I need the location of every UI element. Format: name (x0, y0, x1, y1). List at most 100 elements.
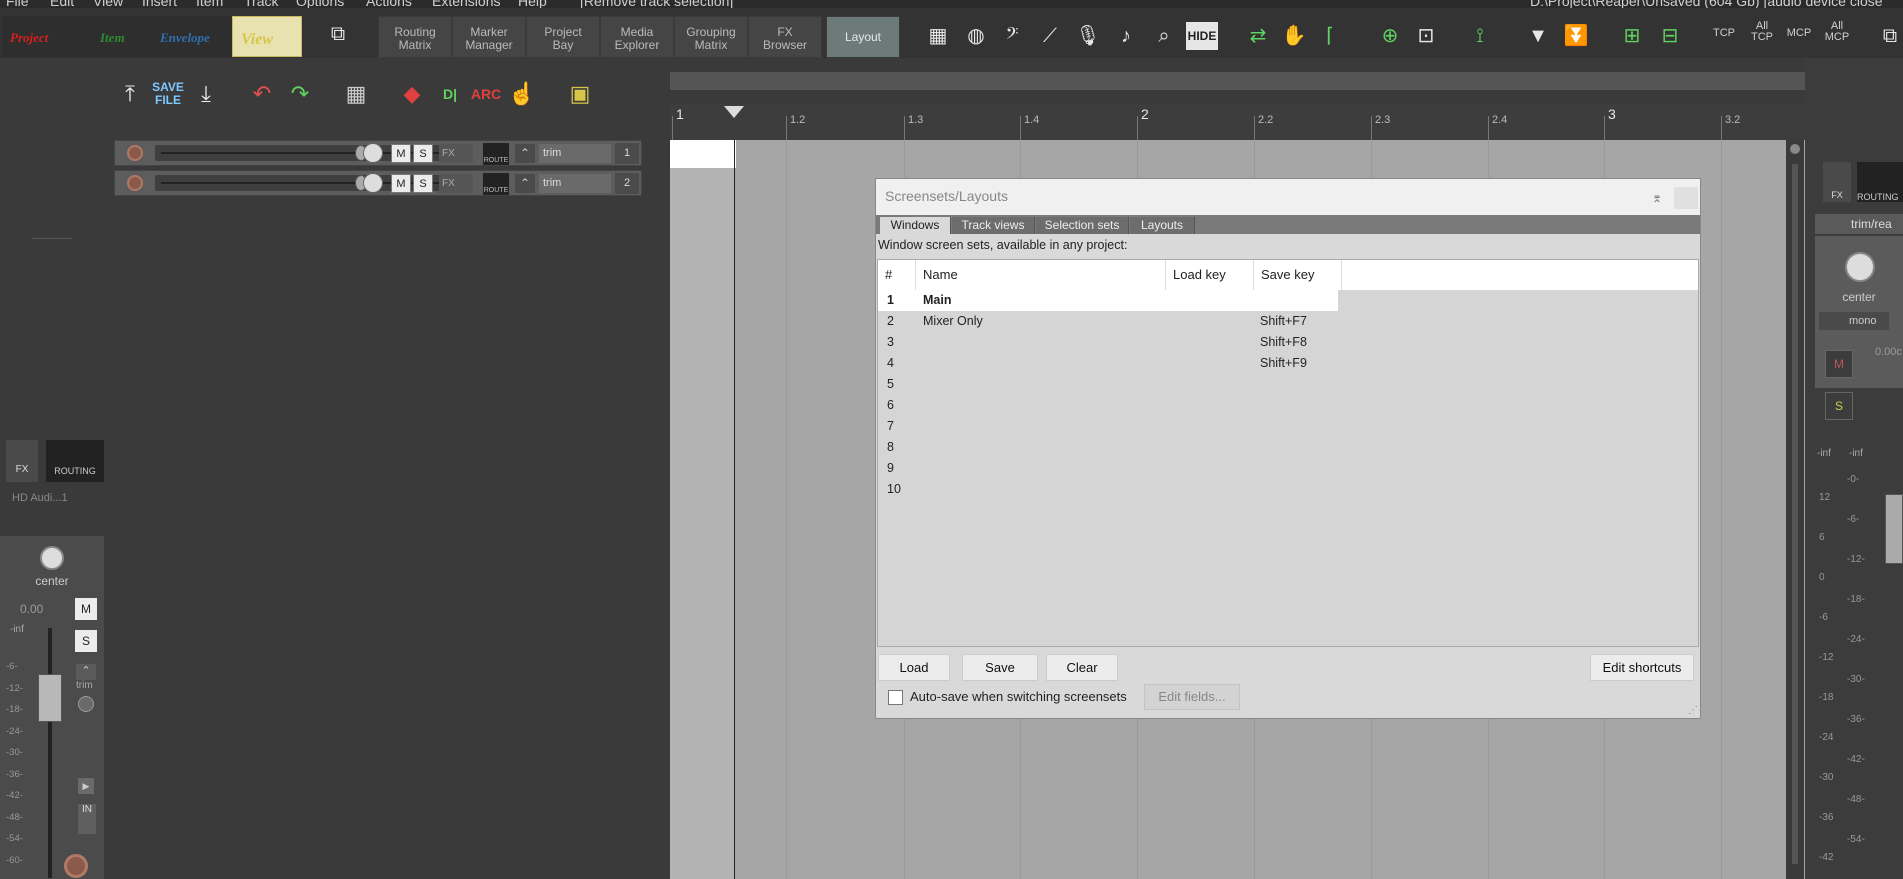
column-header-save-key[interactable]: Save key (1254, 260, 1342, 290)
scroll-thumb[interactable] (1792, 164, 1798, 864)
solo-button[interactable]: S (413, 144, 433, 163)
record-arm-icon[interactable] (127, 145, 143, 161)
envelope-icon[interactable]: ⌃ (515, 174, 535, 193)
route-button[interactable]: ROUTE (483, 173, 509, 195)
master-solo-button[interactable]: S (75, 630, 97, 652)
menu-help[interactable]: Help (518, 0, 547, 8)
list-item[interactable]: 6 (878, 395, 1338, 416)
save-file-button[interactable]: SAVE FILE (152, 78, 184, 113)
mixer-pan-knob[interactable] (1845, 252, 1875, 282)
mixer-fader[interactable] (1885, 494, 1903, 564)
master-fader[interactable] (38, 674, 62, 722)
track-row[interactable]: M S FX ROUTE ⌃ trim 1 (114, 140, 642, 166)
pan-knob[interactable] (363, 143, 383, 163)
redo-icon[interactable]: ↷ (284, 78, 316, 110)
marker-manager-button[interactable]: Marker Manager (452, 16, 526, 58)
mcp-button[interactable]: MCP (1784, 21, 1814, 53)
master-routing-button[interactable]: ROUTING (46, 440, 104, 482)
route-button[interactable]: ROUTE (483, 143, 509, 165)
mixer-solo-button[interactable]: S (1825, 392, 1853, 420)
zoom-fit-icon[interactable]: ⊡ (1412, 22, 1440, 50)
menu-extensions[interactable]: Extensions (432, 0, 500, 8)
list-item[interactable]: 5 (878, 374, 1338, 395)
fx-button[interactable]: FX (439, 144, 473, 163)
toolbar-tab-item[interactable]: Item (78, 16, 152, 57)
timeline-ruler[interactable] (670, 104, 1805, 140)
mixer-mute-button[interactable]: M (1825, 350, 1853, 378)
screenset-list[interactable]: # Name Load key Save key 1 Main 2 Mixer … (877, 259, 1699, 647)
insert-track-multi-icon[interactable]: ⊟ (1656, 22, 1684, 50)
list-item[interactable]: 4 Shift+F9 (878, 353, 1338, 374)
menu-view[interactable]: View (93, 0, 123, 8)
autosave-option[interactable]: Auto-save when switching screensets (888, 689, 1127, 706)
mute-button[interactable]: M (391, 174, 411, 193)
play-icon[interactable]: ▶ (78, 778, 94, 794)
mixer-routing-button[interactable]: ROUTING (1857, 162, 1903, 202)
guitar-icon[interactable]: ♪ (1112, 22, 1140, 50)
toolbar-tab-view[interactable]: View (232, 16, 302, 57)
list-item[interactable]: 9 (878, 458, 1338, 479)
menu-item[interactable]: Item (196, 0, 223, 8)
hide-button[interactable]: HIDE (1186, 22, 1218, 50)
record-arm-icon[interactable] (127, 175, 143, 191)
drum-icon[interactable]: ◍ (962, 22, 990, 50)
fx-button[interactable]: FX (439, 174, 473, 193)
overflow-icon[interactable]: ⧉ (1876, 22, 1903, 50)
guitar-neck-icon[interactable]: ⟋ (1036, 22, 1064, 50)
tab-track-views[interactable]: Track views (952, 217, 1035, 234)
column-header-name[interactable]: Name (916, 260, 1166, 290)
trim-button[interactable]: trim (539, 144, 611, 163)
mixer-trim-button[interactable]: trim/rea (1815, 214, 1903, 234)
double-arrow-down-icon[interactable]: ⏬ (1562, 22, 1590, 50)
master-fx-button[interactable]: FX (6, 440, 38, 482)
project-bay-button[interactable]: Project Bay (526, 16, 600, 58)
menu-insert[interactable]: Insert (142, 0, 177, 8)
list-item[interactable]: 10 (878, 479, 1338, 500)
insert-track-icon[interactable]: ⊞ (1618, 22, 1646, 50)
track-arrange-icon[interactable]: ⇄ (1244, 22, 1272, 50)
pin-icon[interactable]: ⌆ (1652, 191, 1668, 205)
close-icon[interactable] (1674, 187, 1698, 209)
grouping-matrix-button[interactable]: Grouping Matrix (674, 16, 748, 58)
menu-file[interactable]: File (6, 0, 29, 8)
master-mute-button[interactable]: M (75, 598, 97, 620)
magnifier-icon[interactable]: ⌕ (1150, 22, 1178, 50)
tab-windows[interactable]: Windows (880, 217, 951, 234)
vertical-scrollbar[interactable] (1786, 140, 1804, 879)
master-envelope-icon[interactable]: ⌃ (76, 664, 96, 680)
list-item[interactable]: 7 (878, 416, 1338, 437)
layout-button[interactable]: Layout (826, 16, 900, 58)
mixer-toggle-icon[interactable]: ⧉ (324, 20, 352, 48)
load-button[interactable]: Load (878, 654, 950, 681)
autosave-checkbox[interactable] (888, 690, 903, 706)
touch-icon[interactable]: ☝ (506, 78, 538, 110)
master-record-icon[interactable] (64, 854, 88, 878)
download-icon[interactable]: ⤓ (190, 78, 222, 110)
solo-button[interactable]: S (413, 174, 433, 193)
phase-icon[interactable] (78, 696, 94, 712)
edit-shortcuts-button[interactable]: Edit shortcuts (1590, 654, 1694, 681)
tab-layouts[interactable]: Layouts (1130, 217, 1195, 234)
pan-knob[interactable] (363, 173, 383, 193)
grid-icon[interactable]: ▦ (924, 22, 952, 50)
bass-clef-icon[interactable]: 𝄢 (998, 22, 1026, 50)
settings-box-icon[interactable]: ▣ (564, 78, 596, 110)
list-item[interactable]: 3 Shift+F8 (878, 332, 1338, 353)
column-header-load-key[interactable]: Load key (1166, 260, 1254, 290)
arc-icon[interactable]: ARC (470, 78, 502, 110)
grid-select-icon[interactable]: ▦ (340, 78, 372, 110)
resize-grip-icon[interactable]: ⋰ (1688, 706, 1698, 716)
save-button[interactable]: Save (962, 654, 1038, 681)
menu-options[interactable]: Options (296, 0, 344, 8)
column-header-number[interactable]: # (878, 260, 916, 290)
list-item[interactable]: 8 (878, 437, 1338, 458)
upload-icon[interactable]: ⤒ (114, 78, 146, 110)
scroll-up-icon[interactable] (1790, 144, 1800, 154)
track-row[interactable]: M S FX ROUTE ⌃ trim 2 (114, 170, 642, 196)
tab-selection-sets[interactable]: Selection sets (1036, 217, 1129, 234)
envelope-icon[interactable]: ⌃ (515, 144, 535, 163)
arrow-down-icon[interactable]: ▼ (1524, 22, 1552, 50)
zoom-in-icon[interactable]: ⊕ (1376, 22, 1404, 50)
menu-track[interactable]: Track (244, 0, 278, 8)
mixer-fx-button[interactable]: FX (1823, 162, 1851, 202)
